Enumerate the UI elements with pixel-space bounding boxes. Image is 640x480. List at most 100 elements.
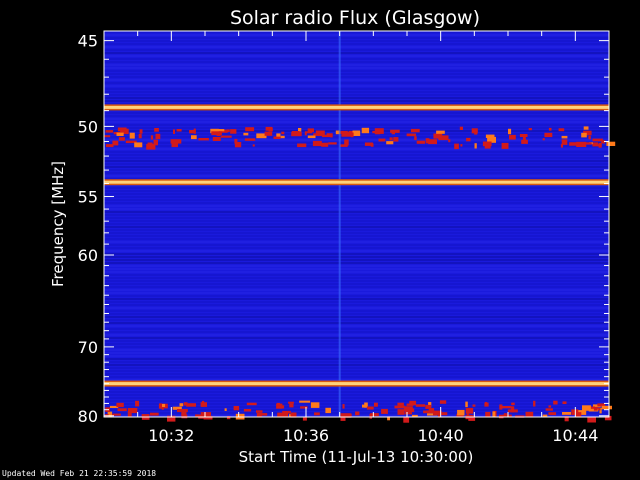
noise-patch	[200, 412, 211, 416]
noise-patch	[265, 126, 273, 131]
y-tick-label: 45	[78, 32, 98, 51]
texture-stripe	[104, 43, 609, 45]
noise-patch	[482, 141, 492, 147]
texture-stripe	[104, 274, 609, 276]
texture-stripe	[104, 49, 609, 51]
noise-patch	[598, 142, 602, 148]
texture-stripe	[104, 91, 609, 93]
noise-patch	[583, 126, 589, 130]
texture-stripe	[104, 301, 609, 303]
noise-patch	[325, 407, 331, 414]
texture-stripe	[104, 286, 609, 288]
y-tick-label: 50	[78, 117, 98, 136]
texture-stripe	[104, 388, 609, 390]
noise-patch	[511, 402, 515, 406]
noise-patch	[542, 138, 545, 141]
noise-patch	[588, 135, 591, 140]
noise-patch	[344, 139, 349, 146]
noise-patch	[425, 404, 432, 409]
noise-patch	[288, 401, 294, 404]
noise-patch	[374, 128, 384, 134]
texture-stripe	[104, 193, 609, 195]
texture-stripe	[104, 70, 609, 72]
texture-stripe	[104, 205, 609, 207]
noise-patch	[299, 400, 311, 403]
noise-patch	[233, 406, 240, 411]
noise-patch	[105, 144, 114, 148]
noise-patch	[523, 137, 526, 142]
texture-stripe	[104, 145, 609, 147]
texture-stripe	[104, 259, 609, 261]
noise-patch	[246, 402, 257, 406]
noise-patch	[428, 139, 437, 145]
noise-patch	[454, 143, 459, 150]
texture-stripe	[104, 82, 609, 84]
texture-stripe	[104, 61, 609, 63]
noise-patch	[460, 144, 463, 147]
texture-stripe	[104, 166, 609, 168]
texture-stripe	[104, 361, 609, 363]
noise-patch	[528, 128, 532, 131]
noise-patch	[212, 137, 221, 141]
noise-patch	[264, 131, 273, 136]
noise-patch	[312, 140, 322, 147]
texture-stripe	[104, 208, 609, 210]
texture-stripe	[104, 391, 609, 393]
footer-updated: Updated Wed Feb 21 22:35:59 2018	[2, 469, 157, 478]
texture-stripe	[104, 37, 609, 39]
noise-patch	[393, 137, 399, 142]
texture-stripe	[104, 349, 609, 351]
texture-stripe	[104, 319, 609, 321]
texture-stripe	[104, 253, 609, 255]
bright-line	[104, 382, 609, 386]
noise-patch	[307, 135, 316, 139]
noise-patch	[592, 142, 599, 147]
texture-stripe	[104, 337, 609, 339]
noise-patch	[198, 138, 209, 141]
texture-stripe	[104, 148, 609, 150]
noise-patch	[291, 131, 300, 134]
texture-stripe	[104, 67, 609, 69]
texture-stripe	[104, 169, 609, 171]
texture-stripe	[104, 100, 609, 102]
noise-patch	[390, 129, 400, 133]
x-tick-label: 10:44	[552, 426, 598, 445]
noise-patch	[138, 134, 142, 139]
noise-patch	[472, 404, 476, 407]
noise-patch	[404, 412, 412, 415]
noise-patch	[587, 416, 596, 423]
noise-patch	[503, 413, 508, 416]
noise-patch	[366, 406, 374, 410]
noise-patch	[378, 138, 386, 142]
noise-patch	[548, 127, 552, 131]
texture-stripe	[104, 334, 609, 336]
noise-patch	[243, 409, 252, 412]
noise-patch	[129, 132, 135, 139]
texture-stripe	[104, 316, 609, 318]
noise-patch	[289, 403, 294, 408]
texture-stripe	[104, 88, 609, 90]
texture-stripe	[104, 46, 609, 48]
noise-patch	[276, 133, 281, 137]
texture-stripe	[104, 94, 609, 96]
noise-patch	[186, 403, 196, 407]
texture-stripe	[104, 190, 609, 192]
noise-patch	[474, 129, 478, 135]
noise-patch	[499, 404, 503, 410]
texture-stripe	[104, 238, 609, 240]
texture-stripe	[104, 244, 609, 246]
texture-stripe	[104, 217, 609, 219]
texture-stripe	[104, 175, 609, 177]
noise-patch	[545, 408, 553, 411]
noise-patch	[220, 135, 232, 138]
noise-patch	[280, 135, 285, 139]
noise-patch	[508, 128, 512, 135]
noise-patch	[436, 130, 445, 134]
texture-stripe	[104, 154, 609, 156]
noise-patch	[162, 403, 166, 407]
noise-patch	[281, 131, 285, 135]
bright-line	[104, 180, 609, 184]
texture-stripe	[104, 187, 609, 189]
texture-stripe	[104, 370, 609, 372]
noise-patch	[466, 137, 471, 142]
